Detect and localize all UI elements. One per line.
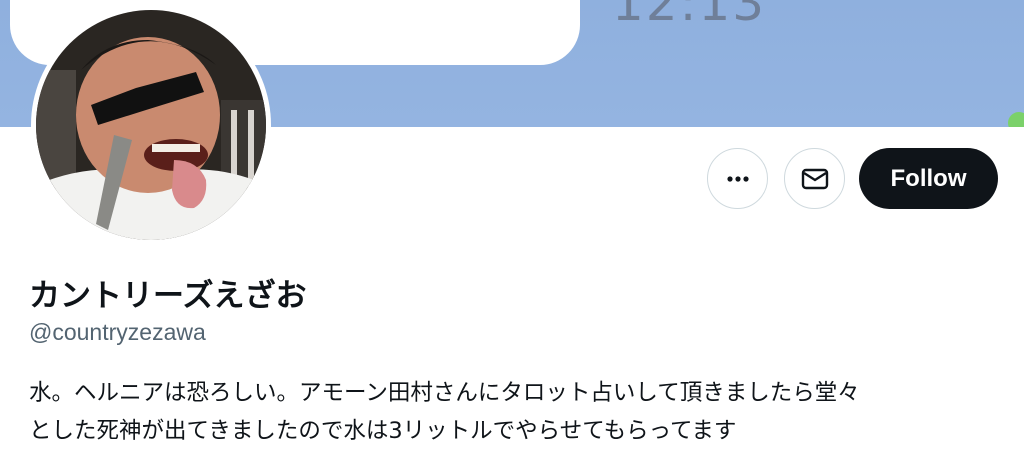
more-horizontal-icon (726, 175, 749, 182)
follow-button[interactable]: Follow (859, 148, 998, 209)
display-name: カントリーズえざお (29, 278, 307, 314)
user-handle: @countryzezawa (29, 319, 206, 345)
avatar[interactable] (31, 5, 271, 245)
message-button[interactable] (784, 148, 845, 209)
profile-page: 12:13 Follow カントリーズえざお @countryzezawa 水。… (0, 0, 1024, 455)
bio-line: 水。ヘルニアは恐ろしい。アモーン田村さんにタロット占いして頂きましたら堂々 (29, 380, 860, 406)
avatar-photo (36, 10, 266, 240)
banner-green-dot (1008, 112, 1024, 127)
banner-clock-text: 12:13 (612, 0, 767, 32)
profile-bio: 水。ヘルニアは恐ろしい。アモーン田村さんにタロット占いして頂きましたら堂々 とし… (29, 374, 989, 450)
bio-line: とした死神が出てきましたので水は3リットルでやらせてもらってます (29, 418, 737, 444)
envelope-icon (801, 168, 828, 189)
more-options-button[interactable] (707, 148, 768, 209)
